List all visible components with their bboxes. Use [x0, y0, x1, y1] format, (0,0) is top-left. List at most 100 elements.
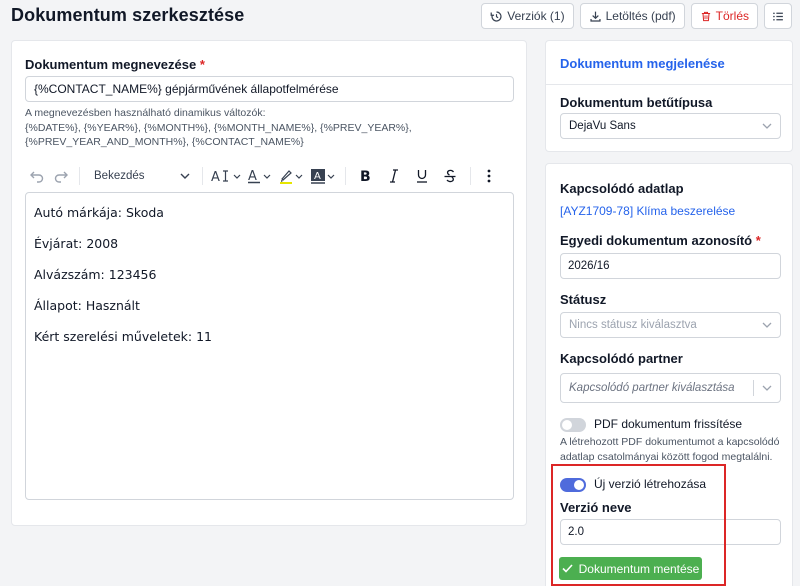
- document-name-input[interactable]: {%CONTACT_NAME%} gépjárművének állapotfe…: [25, 76, 514, 102]
- version-name-input[interactable]: 2.0: [560, 519, 781, 545]
- required-marker: *: [755, 233, 761, 248]
- delete-label: Törlés: [715, 9, 749, 23]
- page-title: Dokumentum szerkesztése: [11, 5, 245, 25]
- undo-icon: [30, 171, 44, 183]
- document-name-value: {%CONTACT_NAME%} gépjárművének állapotfe…: [34, 82, 339, 96]
- editor-paragraph: Évjárat: 2008: [34, 236, 119, 251]
- font-label: Dokumentum betűtípusa: [560, 95, 713, 110]
- custom-id-input[interactable]: 2026/16: [560, 253, 781, 279]
- more-vertical-icon: [487, 169, 491, 183]
- underline-icon: [417, 170, 427, 183]
- font-color-icon: A: [248, 169, 260, 184]
- appearance-card: Dokumentum megjelenése Dokumentum betűtí…: [545, 40, 793, 152]
- toolbar-divider: [345, 167, 346, 185]
- custom-id-label: Egyedi dokumentum azonosító *: [560, 233, 761, 248]
- highlight-button[interactable]: [275, 164, 307, 188]
- custom-id-label-text: Egyedi dokumentum azonosító: [560, 233, 753, 248]
- more-options-button[interactable]: [477, 164, 501, 188]
- download-label: Letöltés (pdf): [605, 9, 676, 23]
- download-pdf-button[interactable]: Letöltés (pdf): [579, 3, 685, 29]
- highlighter-icon: [280, 170, 292, 184]
- dynamic-variables-hint: A megnevezésben használható dinamikus vá…: [25, 106, 505, 150]
- document-meta-card: Kapcsolódó adatlap [AYZ1709-78] Klíma be…: [545, 163, 793, 586]
- list-menu-button[interactable]: [764, 3, 792, 29]
- svg-text:B: B: [360, 169, 371, 183]
- download-icon: [590, 11, 601, 22]
- background-color-button[interactable]: A: [307, 164, 339, 188]
- related-sheet-label: Kapcsolódó adatlap: [560, 181, 684, 196]
- toolbar-divider: [79, 167, 80, 185]
- version-name-label: Verzió neve: [560, 500, 632, 515]
- top-actions: Verziók (1) Letöltés (pdf) Törlés: [481, 3, 792, 29]
- save-label: Dokumentum mentése: [578, 561, 700, 576]
- pdf-refresh-help: A létrehozott PDF dokumentumot a kapcsol…: [560, 435, 786, 465]
- history-icon: [490, 10, 502, 22]
- bold-icon: B: [360, 169, 371, 183]
- editor-paragraph: Állapot: Használt: [34, 298, 140, 313]
- document-name-label: Dokumentum megnevezése *: [25, 57, 205, 72]
- chevron-down-icon: [327, 174, 335, 179]
- save-document-button[interactable]: Dokumentum mentése: [559, 557, 702, 580]
- chevron-down-icon: [762, 123, 772, 129]
- font-select[interactable]: DejaVu Sans: [560, 113, 781, 139]
- font-select-value: DejaVu Sans: [569, 120, 636, 132]
- italic-button[interactable]: [380, 164, 408, 188]
- divider: [546, 84, 792, 85]
- bold-button[interactable]: B: [352, 164, 380, 188]
- font-color-button[interactable]: A: [243, 164, 275, 188]
- editor-paragraph: Kért szerelési műveletek: 11: [34, 329, 212, 344]
- versions-button[interactable]: Verziók (1): [481, 3, 574, 29]
- underline-button[interactable]: [408, 164, 436, 188]
- check-icon: [562, 564, 573, 573]
- document-name-label-text: Dokumentum megnevezése: [25, 57, 197, 72]
- version-name-value: 2.0: [568, 526, 584, 538]
- svg-text:A: A: [314, 171, 321, 182]
- custom-id-value: 2026/16: [568, 260, 610, 272]
- toolbar-divider: [202, 167, 203, 185]
- new-version-label: Új verzió létrehozása: [594, 477, 707, 491]
- document-editor-card: Dokumentum megnevezése * {%CONTACT_NAME%…: [11, 40, 527, 526]
- toolbar-divider: [470, 167, 471, 185]
- select-separator: [753, 380, 754, 396]
- undo-button[interactable]: [25, 164, 49, 188]
- required-marker: *: [199, 57, 205, 72]
- background-color-icon: A: [311, 169, 325, 184]
- chevron-down-icon: [233, 174, 241, 179]
- redo-button[interactable]: [49, 164, 73, 188]
- hint-line: A megnevezésben használható dinamikus vá…: [25, 107, 266, 119]
- heading-select[interactable]: Bekezdés: [86, 170, 196, 182]
- related-sheet-link[interactable]: [AYZ1709-78] Klíma beszerelése: [560, 204, 735, 218]
- chevron-down-icon: [762, 322, 772, 328]
- new-version-toggle[interactable]: [560, 478, 586, 492]
- heading-select-value: Bekezdés: [94, 170, 145, 182]
- help-line: adatlap csatolmányai között fogod megtal…: [560, 451, 773, 463]
- strikethrough-icon: [444, 169, 456, 183]
- svg-text:A: A: [211, 170, 220, 184]
- hint-line: {%DATE%}, {%YEAR%}, {%MONTH%}, {%MONTH_N…: [25, 121, 412, 134]
- pdf-refresh-label: PDF dokumentum frissítése: [594, 417, 743, 431]
- chevron-down-icon: [180, 173, 190, 179]
- font-size-button[interactable]: A: [209, 164, 243, 188]
- help-line: A létrehozott PDF dokumentumot a kapcsol…: [560, 436, 780, 448]
- redo-icon: [54, 171, 68, 183]
- status-select[interactable]: Nincs státusz kiválasztva: [560, 312, 781, 338]
- trash-icon: [701, 11, 710, 21]
- appearance-title: Dokumentum megjelenése: [560, 56, 725, 71]
- delete-button[interactable]: Törlés: [690, 3, 758, 29]
- partner-select[interactable]: Kapcsolódó partner kiválasztása: [560, 373, 781, 403]
- status-placeholder: Nincs státusz kiválasztva: [569, 319, 697, 331]
- toggle-knob: [574, 480, 584, 490]
- chevron-down-icon: [762, 385, 772, 391]
- pdf-refresh-toggle[interactable]: [560, 418, 586, 432]
- partner-placeholder: Kapcsolódó partner kiválasztása: [569, 382, 735, 394]
- status-label: Státusz: [560, 292, 607, 307]
- hint-line: {%PREV_YEAR_AND_MONTH%}, {%CONTACT_NAME%…: [25, 136, 304, 148]
- partner-label: Kapcsolódó partner: [560, 351, 683, 366]
- editor-toolbar: Bekezdés A A A B: [25, 163, 514, 189]
- font-size-icon: A: [211, 170, 228, 184]
- versions-label: Verziók (1): [507, 9, 565, 23]
- rich-text-editor[interactable]: Autó márkája: Skoda Évjárat: 2008 Alvázs…: [25, 192, 514, 500]
- strikethrough-button[interactable]: [436, 164, 464, 188]
- chevron-down-icon: [263, 174, 271, 179]
- chevron-down-icon: [295, 174, 303, 179]
